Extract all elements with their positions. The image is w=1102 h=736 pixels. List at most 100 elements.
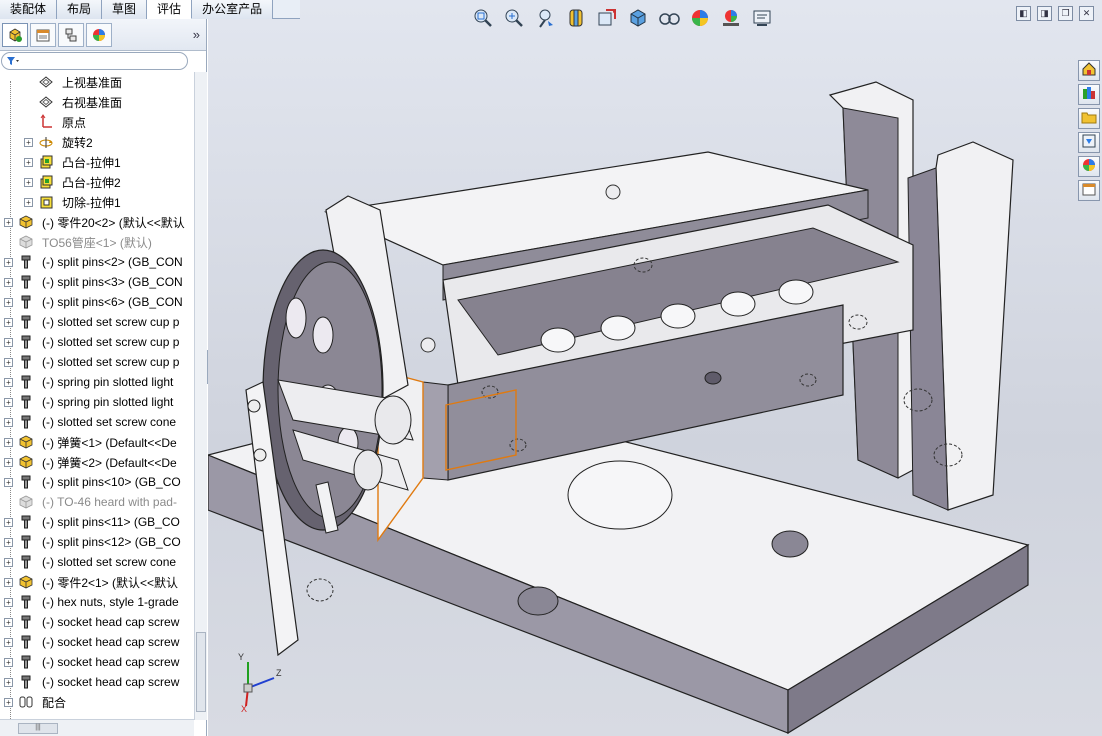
tree-scroll-thumb[interactable]	[196, 632, 206, 712]
expand-toggle[interactable]: +	[4, 317, 13, 327]
expand-toggle[interactable]: +	[4, 517, 13, 527]
file-explorer-tab[interactable]	[1078, 108, 1100, 129]
expand-toggle[interactable]: +	[24, 177, 33, 187]
expand-toggle[interactable]: +	[4, 677, 13, 687]
tree-vertical-scrollbar[interactable]	[194, 72, 207, 720]
tree-item[interactable]: + (-) split pins<3> (GB_CON	[0, 272, 194, 292]
expand-toggle[interactable]: +	[4, 377, 13, 387]
expand-toggle[interactable]: +	[4, 277, 13, 287]
tree-item[interactable]: + (-) slotted set screw cone	[0, 552, 194, 572]
expand-toggle[interactable]: +	[4, 357, 13, 367]
tree-item[interactable]: + (-) slotted set screw cup p	[0, 332, 194, 352]
expand-toggle[interactable]: +	[4, 437, 13, 447]
tile-left-icon[interactable]: ◧	[1016, 6, 1031, 21]
tree-item[interactable]: + (-) split pins<6> (GB_CON	[0, 292, 194, 312]
tree-item[interactable]: 原点	[0, 112, 194, 132]
expand-toggle[interactable]: +	[24, 197, 33, 207]
tree-item[interactable]: + (-) socket head cap screw	[0, 612, 194, 632]
custom-properties-tab[interactable]	[1078, 180, 1100, 201]
tree-item[interactable]: + (-) split pins<12> (GB_CO	[0, 532, 194, 552]
view-settings-button[interactable]	[749, 6, 775, 32]
tree-filter-field[interactable]	[1, 52, 188, 70]
tree-item[interactable]: (-) TO-46 heard with pad-	[0, 492, 194, 512]
expand-toggle[interactable]: +	[4, 657, 13, 667]
edit-appearance-button[interactable]	[687, 6, 713, 32]
part-icon	[18, 214, 34, 230]
restore-icon[interactable]: ❐	[1058, 6, 1073, 21]
expand-toggle[interactable]: +	[4, 417, 13, 427]
tree-item[interactable]: + (-) split pins<10> (GB_CO	[0, 472, 194, 492]
tree-item[interactable]: + (-) spring pin slotted light	[0, 392, 194, 412]
tree-item[interactable]: TO56管座<1> (默认)	[0, 232, 194, 252]
expand-toggle[interactable]: +	[4, 217, 13, 227]
display-manager-tab[interactable]	[86, 22, 112, 47]
expand-toggle[interactable]: +	[4, 297, 13, 307]
tree-item[interactable]: + (-) slotted set screw cone	[0, 412, 194, 432]
tree-item[interactable]: + (-) 弹簧<1> (Default<<De	[0, 432, 194, 452]
resources-tab[interactable]	[1078, 60, 1100, 81]
tree-item[interactable]: + (-) split pins<11> (GB_CO	[0, 512, 194, 532]
configuration-manager-tab[interactable]	[58, 22, 84, 47]
tree-item[interactable]: + (-) socket head cap screw	[0, 672, 194, 692]
tree-item[interactable]: + (-) spring pin slotted light	[0, 372, 194, 392]
command-tab[interactable]: 办公室产品	[192, 0, 274, 19]
tree-item[interactable]: + 配合	[0, 692, 194, 712]
section-view-button[interactable]	[563, 6, 589, 32]
expand-toggle[interactable]: +	[4, 537, 13, 547]
tree-item[interactable]: + (-) 零件2<1> (默认<<默认	[0, 572, 194, 592]
expand-toggle[interactable]: +	[24, 137, 33, 147]
previous-view-button[interactable]	[532, 6, 558, 32]
tree-item[interactable]: + 旋转2	[0, 132, 194, 152]
expand-toggle[interactable]: +	[24, 157, 33, 167]
tree-item[interactable]: + (-) slotted set screw cup p	[0, 352, 194, 372]
tree-item[interactable]: + (-) split pins<2> (GB_CON	[0, 252, 194, 272]
command-tab[interactable]: 布局	[57, 0, 103, 19]
close-icon[interactable]: ✕	[1079, 6, 1094, 21]
expand-toggle[interactable]: +	[4, 617, 13, 627]
design-library-tab[interactable]	[1078, 84, 1100, 105]
tree-horizontal-scrollbar[interactable]: |||	[0, 719, 194, 736]
tree-item[interactable]: + (-) 零件20<2> (默认<<默认	[0, 212, 194, 232]
tree-item[interactable]: 右视基准面	[0, 92, 194, 112]
tree-item[interactable]: + 切除-拉伸1	[0, 192, 194, 212]
command-tab[interactable]: 草图	[102, 0, 148, 19]
appearances-tab[interactable]	[1078, 156, 1100, 177]
command-tab[interactable]: 装配体	[0, 0, 58, 19]
expand-toggle[interactable]: +	[4, 637, 13, 647]
tree-item[interactable]: + (-) 弹簧<2> (Default<<De	[0, 452, 194, 472]
toolbox-part-icon	[18, 414, 34, 430]
expand-toggle[interactable]: +	[4, 557, 13, 567]
tree-item[interactable]: + (-) socket head cap screw	[0, 632, 194, 652]
hide-show-items-button[interactable]	[656, 6, 682, 32]
command-tab[interactable]: 评估	[147, 0, 193, 19]
expand-toggle[interactable]: +	[4, 337, 13, 347]
expand-toggle[interactable]: +	[4, 477, 13, 487]
panel-expand-chevron[interactable]: »	[193, 27, 200, 42]
apply-scene-button[interactable]	[718, 6, 744, 32]
graphics-viewport[interactable]: ◧ ◨ ❐ ✕ Y Z X	[208, 0, 1102, 736]
expand-toggle[interactable]: +	[4, 397, 13, 407]
feature-manager-tab[interactable]	[2, 22, 28, 47]
expand-toggle[interactable]: +	[4, 697, 13, 707]
tile-right-icon[interactable]: ◨	[1037, 6, 1052, 21]
expand-toggle[interactable]: +	[4, 577, 13, 587]
tree-item[interactable]: + (-) hex nuts, style 1-grade	[0, 592, 194, 612]
tree-item[interactable]: + 凸台-拉伸2	[0, 172, 194, 192]
tree-hscroll-thumb[interactable]: |||	[18, 723, 58, 734]
expand-toggle[interactable]: +	[4, 457, 13, 467]
view-orientation-button[interactable]	[594, 6, 620, 32]
property-manager-tab[interactable]	[30, 22, 56, 47]
tree-item[interactable]: + 凸台-拉伸1	[0, 152, 194, 172]
toolbox-part-icon	[18, 514, 34, 530]
tree-item[interactable]: 上视基准面	[0, 72, 194, 92]
display-style-button[interactable]	[625, 6, 651, 32]
expand-toggle[interactable]: +	[4, 597, 13, 607]
tree-item[interactable]: + (-) socket head cap screw	[0, 652, 194, 672]
zoom-to-fit-button[interactable]	[470, 6, 496, 32]
expand-toggle[interactable]: +	[4, 257, 13, 267]
tree-item[interactable]: + (-) slotted set screw cup p	[0, 312, 194, 332]
zoom-to-area-button[interactable]	[501, 6, 527, 32]
toolbox-part-icon	[18, 334, 34, 350]
view-palette-tab[interactable]	[1078, 132, 1100, 153]
tree-item-label: (-) slotted set screw cup p	[42, 315, 180, 329]
